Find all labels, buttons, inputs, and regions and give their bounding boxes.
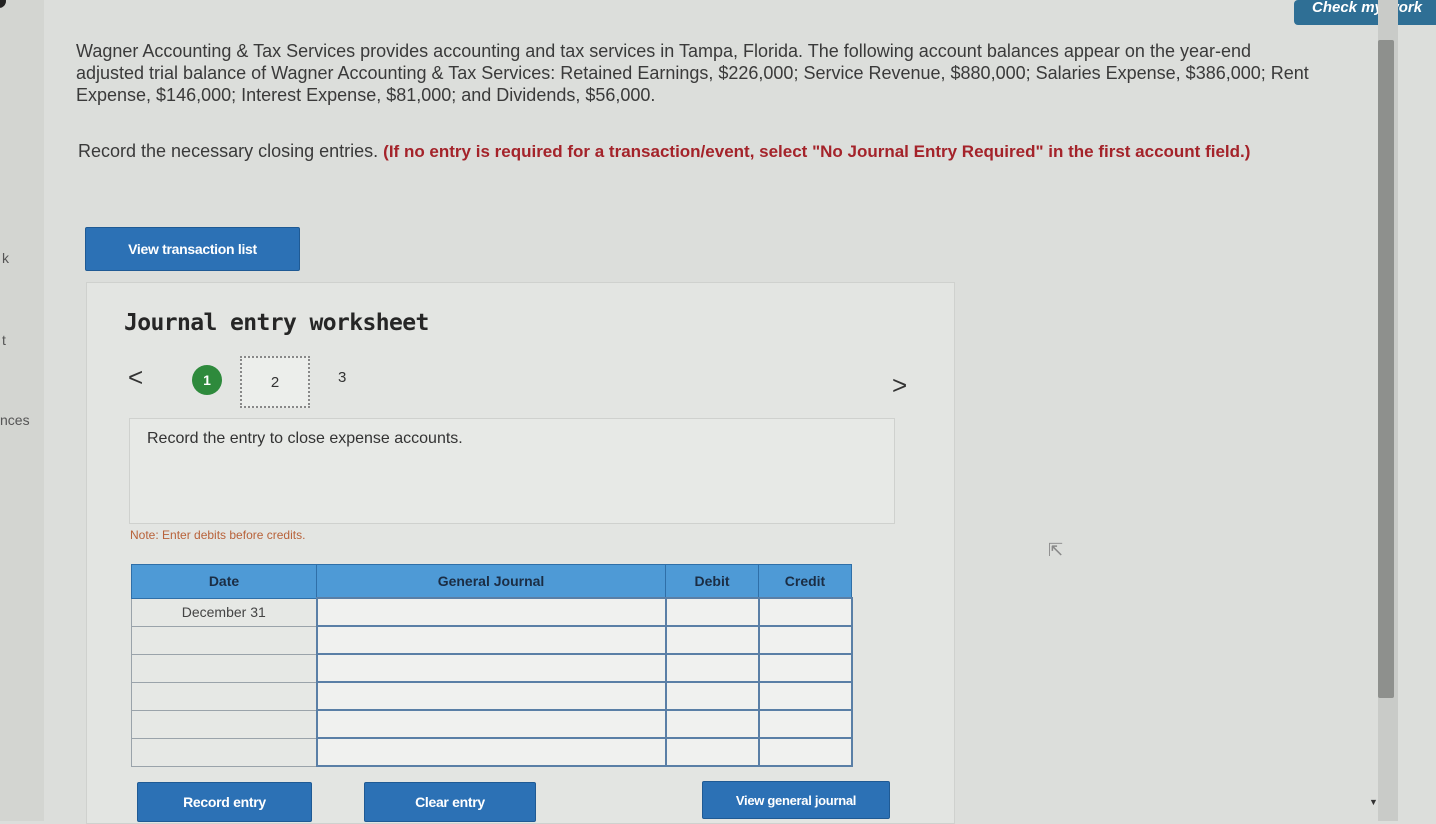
date-cell[interactable]: December 31 (131, 597, 317, 627)
worksheet-title: Journal entry worksheet (124, 310, 429, 336)
credit-input[interactable] (757, 597, 853, 627)
step-3[interactable]: 3 (338, 369, 346, 386)
sidebar-fragment: nces (0, 412, 30, 428)
instruction-note: (If no entry is required for a transacti… (383, 142, 1251, 161)
account-input[interactable] (315, 709, 667, 739)
table-row (131, 625, 853, 655)
transaction-description: Record the entry to close expense accoun… (147, 430, 463, 447)
general-journal-column-header: General Journal (316, 564, 666, 599)
journal-header-row: Date General Journal Debit Credit (131, 564, 852, 599)
table-row (131, 681, 853, 711)
credit-column-header: Credit (758, 564, 852, 599)
credit-input[interactable] (757, 653, 853, 683)
table-row (131, 737, 853, 767)
entry-note: Note: Enter debits before credits. (130, 528, 306, 542)
debit-input[interactable] (664, 709, 760, 739)
date-cell[interactable] (131, 709, 317, 739)
date-cell[interactable] (131, 681, 317, 711)
question-text: Wagner Accounting & Tax Services provide… (76, 41, 1309, 105)
credit-input[interactable] (757, 737, 853, 767)
table-row: December 31 (131, 597, 853, 627)
step-1-completed[interactable]: 1 (192, 365, 222, 395)
credit-input[interactable] (757, 625, 853, 655)
clear-entry-button[interactable]: Clear entry (364, 782, 536, 822)
debit-input[interactable] (664, 653, 760, 683)
scrollbar-thumb[interactable] (1378, 40, 1394, 698)
account-input[interactable] (315, 653, 667, 683)
credit-input[interactable] (757, 709, 853, 739)
journal-table: Date General Journal Debit Credit Decemb… (131, 564, 853, 767)
table-row (131, 653, 853, 683)
instruction: Record the necessary closing entries. (I… (78, 140, 1308, 163)
debit-input[interactable] (664, 625, 760, 655)
credit-input[interactable] (757, 681, 853, 711)
left-sidebar (0, 0, 44, 821)
chevron-left-icon[interactable]: < (128, 362, 143, 393)
date-column-header: Date (131, 564, 317, 599)
record-entry-button[interactable]: Record entry (137, 782, 312, 822)
view-general-journal-button[interactable]: View general journal (702, 781, 890, 819)
sidebar-fragment: t (2, 332, 6, 348)
instruction-text: Record the necessary closing entries. (78, 141, 379, 161)
mouse-cursor-icon: ⇱ (1048, 540, 1064, 560)
scroll-down-icon[interactable]: ▼ (1369, 797, 1378, 807)
debit-input[interactable] (664, 737, 760, 767)
view-transaction-list-button[interactable]: View transaction list (85, 227, 300, 271)
chevron-right-icon[interactable]: > (892, 370, 907, 401)
debit-input[interactable] (664, 681, 760, 711)
table-row (131, 709, 853, 739)
debit-column-header: Debit (665, 564, 759, 599)
date-cell[interactable] (131, 625, 317, 655)
date-cell[interactable] (131, 653, 317, 683)
account-input[interactable] (315, 625, 667, 655)
debit-input[interactable] (664, 597, 760, 627)
account-input[interactable] (315, 681, 667, 711)
sidebar-fragment: k (2, 250, 9, 266)
check-my-work-button[interactable]: Check my work (1294, 0, 1436, 25)
account-input[interactable] (315, 737, 667, 767)
date-cell[interactable] (131, 737, 317, 767)
step-2-current[interactable]: 2 (240, 356, 310, 408)
account-input[interactable] (315, 597, 667, 627)
